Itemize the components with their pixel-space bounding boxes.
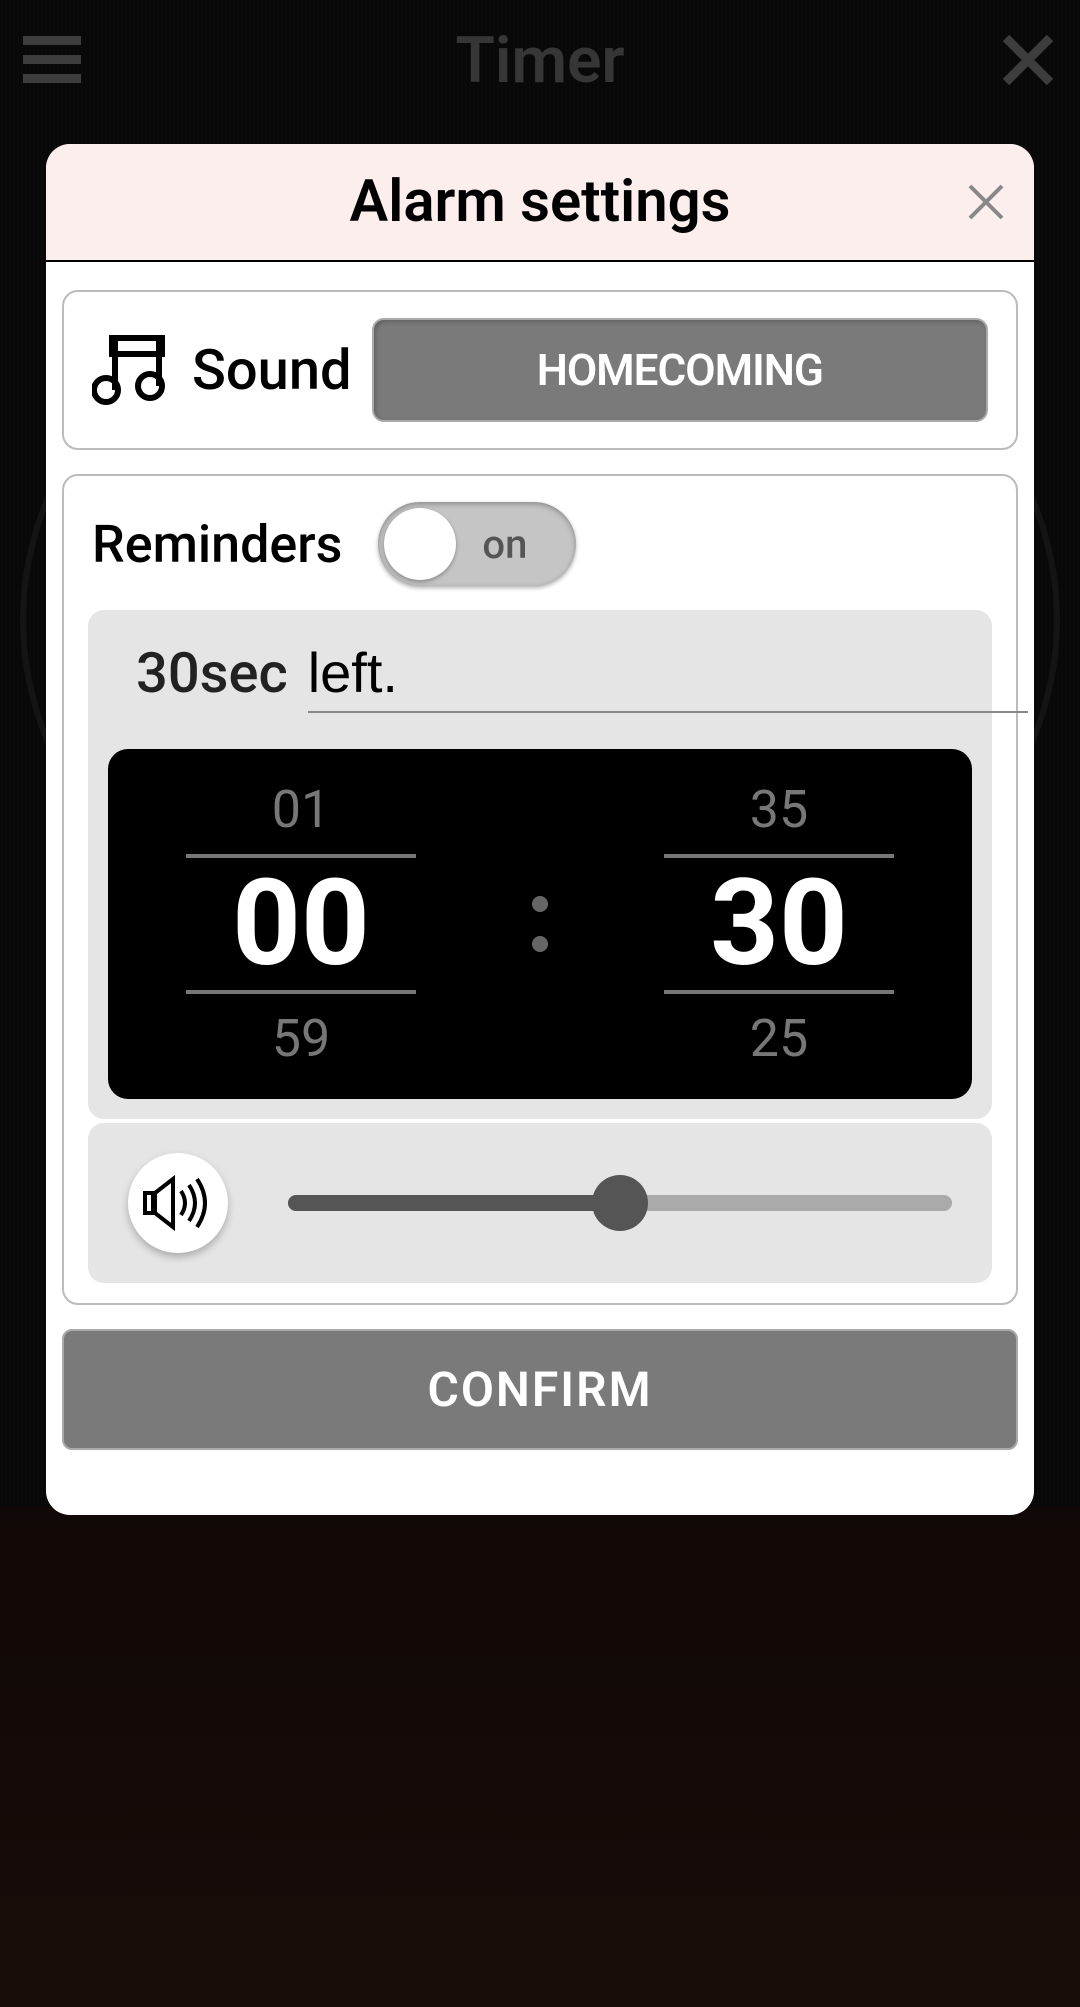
reminder-text-input[interactable] <box>308 640 1028 713</box>
seconds-below: 25 <box>750 1008 808 1069</box>
volume-slider[interactable] <box>288 1193 952 1213</box>
minutes-selected: 00 <box>186 854 416 994</box>
modal-header: Alarm settings <box>46 144 1034 262</box>
sound-select-button[interactable]: HOMECOMING <box>372 318 988 422</box>
reminders-toggle[interactable]: on <box>378 502 576 586</box>
minutes-above: 01 <box>272 779 330 840</box>
toggle-text: on <box>482 521 527 568</box>
reminders-panel: 30sec 01 00 59 35 30 <box>88 610 992 1119</box>
seconds-selected: 30 <box>664 854 894 994</box>
volume-panel <box>88 1123 992 1283</box>
time-picker[interactable]: 01 00 59 35 30 25 <box>108 749 972 1099</box>
sound-section: Sound HOMECOMING <box>62 290 1018 450</box>
close-modal-button[interactable] <box>966 182 1006 222</box>
music-note-icon <box>92 330 172 410</box>
colon-separator <box>532 896 548 952</box>
reminders-label: Reminders <box>92 514 342 575</box>
reminders-section: Reminders on 30sec 01 00 59 <box>62 474 1018 1305</box>
reminder-time-summary: 30sec <box>136 640 288 706</box>
minutes-below: 59 <box>272 1008 330 1069</box>
minutes-wheel[interactable]: 01 00 59 <box>186 779 416 1069</box>
confirm-button[interactable]: CONFIRM <box>62 1329 1018 1450</box>
sound-label: Sound <box>192 337 352 403</box>
seconds-above: 35 <box>750 779 808 840</box>
modal-title: Alarm settings <box>350 168 731 236</box>
alarm-settings-modal: Alarm settings Sound HOMECOMING <box>46 144 1034 1515</box>
volume-icon[interactable] <box>128 1153 228 1253</box>
seconds-wheel[interactable]: 35 30 25 <box>664 779 894 1069</box>
